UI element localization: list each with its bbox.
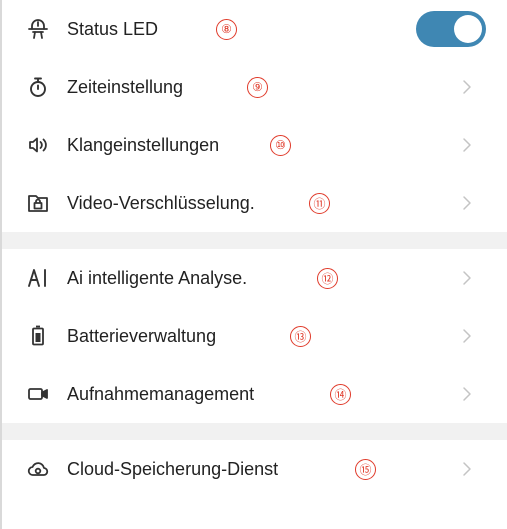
battery-icon — [25, 323, 51, 349]
chevron-right-icon — [463, 462, 471, 476]
ai-icon — [25, 265, 51, 291]
row-label: Cloud-Speicherung-Dienst — [67, 458, 279, 479]
chevron-right-icon — [463, 80, 471, 94]
row-label: Ai intelligente Analyse. — [67, 267, 248, 288]
callout-number: ⑭ — [330, 383, 351, 405]
row-label: Zeiteinstellung — [67, 76, 184, 97]
row-video-encryption[interactable]: Video-Verschlüsselung. ⑪ — [0, 174, 507, 232]
callout-number: ⑩ — [270, 134, 291, 156]
settings-list: Status LED ⑧ Zeiteinstellung ⑨ Klangeins… — [0, 0, 507, 498]
row-label: Status LED — [67, 18, 159, 39]
cloud-icon — [25, 456, 51, 482]
lock-folder-icon — [25, 190, 51, 216]
chevron-right-icon — [463, 329, 471, 343]
camera-icon — [25, 381, 51, 407]
chevron-right-icon — [463, 271, 471, 285]
callout-number: ⑧ — [216, 18, 237, 40]
toggle-knob — [454, 15, 482, 43]
callout-number: ⑨ — [247, 76, 268, 98]
group-separator — [0, 423, 507, 440]
row-label: Aufnahmemanagement — [67, 383, 255, 404]
settings-group-features: Ai intelligente Analyse. ⑫ Batterieverwa… — [0, 249, 507, 423]
settings-group-device: Status LED ⑧ Zeiteinstellung ⑨ Klangeins… — [0, 0, 507, 232]
callout-number: ⑬ — [290, 325, 311, 347]
row-label: Video-Verschlüsselung. — [67, 192, 255, 213]
callout-number: ⑫ — [317, 267, 338, 289]
chevron-right-icon — [463, 387, 471, 401]
row-cloud-storage[interactable]: Cloud-Speicherung-Dienst ⑮ — [0, 440, 507, 498]
group-separator — [0, 232, 507, 249]
callout-number: ⑪ — [309, 192, 330, 214]
chevron-right-icon — [463, 196, 471, 210]
settings-group-cloud: Cloud-Speicherung-Dienst ⑮ — [0, 440, 507, 498]
speaker-icon — [25, 132, 51, 158]
row-battery-management[interactable]: Batterieverwaltung ⑬ — [0, 307, 507, 365]
chevron-right-icon — [463, 138, 471, 152]
row-status-led[interactable]: Status LED ⑧ — [0, 0, 507, 58]
status-led-icon — [25, 16, 51, 42]
stopwatch-icon — [25, 74, 51, 100]
row-time-settings[interactable]: Zeiteinstellung ⑨ — [0, 58, 507, 116]
row-sound-settings[interactable]: Klangeinstellungen ⑩ — [0, 116, 507, 174]
row-label: Klangeinstellungen — [67, 134, 220, 155]
callout-number: ⑮ — [355, 458, 376, 480]
row-recording-management[interactable]: Aufnahmemanagement ⑭ — [0, 365, 507, 423]
row-label: Batterieverwaltung — [67, 325, 217, 346]
row-ai-analysis[interactable]: Ai intelligente Analyse. ⑫ — [0, 249, 507, 307]
status-led-toggle[interactable] — [416, 11, 486, 47]
